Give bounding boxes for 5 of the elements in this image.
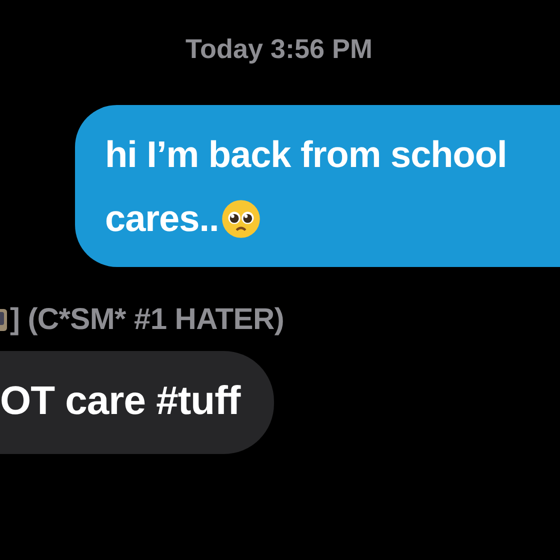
sender-name: ] (C*SM* #1 HATER): [10, 303, 284, 337]
message-text: OT care #tuff: [0, 379, 240, 423]
message-text: cares..: [105, 199, 219, 239]
timestamp: Today 3:56 PM: [185, 34, 373, 65]
message-text: hi I’m back from school: [105, 135, 507, 175]
